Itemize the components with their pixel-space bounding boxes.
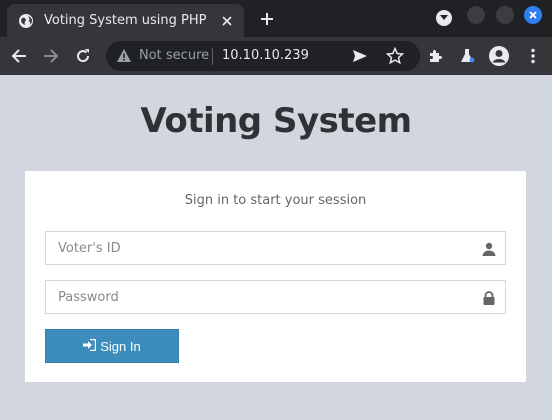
chevron-down-icon[interactable] <box>436 10 452 26</box>
reload-icon[interactable] <box>73 46 93 66</box>
browser-toolbar: Not secure 10.10.10.239 <box>0 37 552 75</box>
globe-icon <box>18 13 34 29</box>
password-input[interactable] <box>46 281 505 313</box>
login-subtitle: Sign in to start your session <box>184 193 367 208</box>
voter-id-input[interactable] <box>46 232 505 264</box>
window-close-button[interactable] <box>524 6 542 24</box>
page-title: Voting System <box>140 101 412 141</box>
user-icon <box>482 241 496 256</box>
login-box: Sign in to start your session Sign In <box>25 171 526 382</box>
tab-title: Voting System using PHP <box>44 13 207 28</box>
security-label: Not secure <box>139 48 210 63</box>
back-icon[interactable] <box>9 46 29 66</box>
sign-in-button[interactable]: Sign In <box>45 329 179 363</box>
warning-icon[interactable] <box>116 48 132 64</box>
forward-icon[interactable] <box>41 46 61 66</box>
close-icon[interactable] <box>219 13 235 29</box>
plus-icon[interactable] <box>257 9 277 29</box>
maximize-button[interactable] <box>496 6 514 24</box>
lock-icon <box>482 290 496 305</box>
browser-tab-bar: Voting System using PHP <box>0 0 552 37</box>
address-bar[interactable]: Not secure 10.10.10.239 <box>106 41 420 71</box>
puzzle-icon[interactable] <box>425 46 445 66</box>
password-field <box>45 280 506 314</box>
menu-icon[interactable] <box>523 46 543 66</box>
labs-icon[interactable] <box>457 46 477 66</box>
sign-in-label: Sign In <box>100 338 141 354</box>
avatar-icon[interactable] <box>489 46 509 66</box>
star-icon[interactable] <box>385 46 405 65</box>
voter-id-field <box>45 231 506 265</box>
minimize-button[interactable] <box>467 6 485 24</box>
url-text[interactable]: 10.10.10.239 <box>222 48 309 63</box>
address-divider <box>212 48 213 65</box>
send-icon[interactable] <box>352 48 368 64</box>
sign-in-icon <box>83 338 97 354</box>
browser-tab[interactable]: Voting System using PHP <box>7 4 244 37</box>
